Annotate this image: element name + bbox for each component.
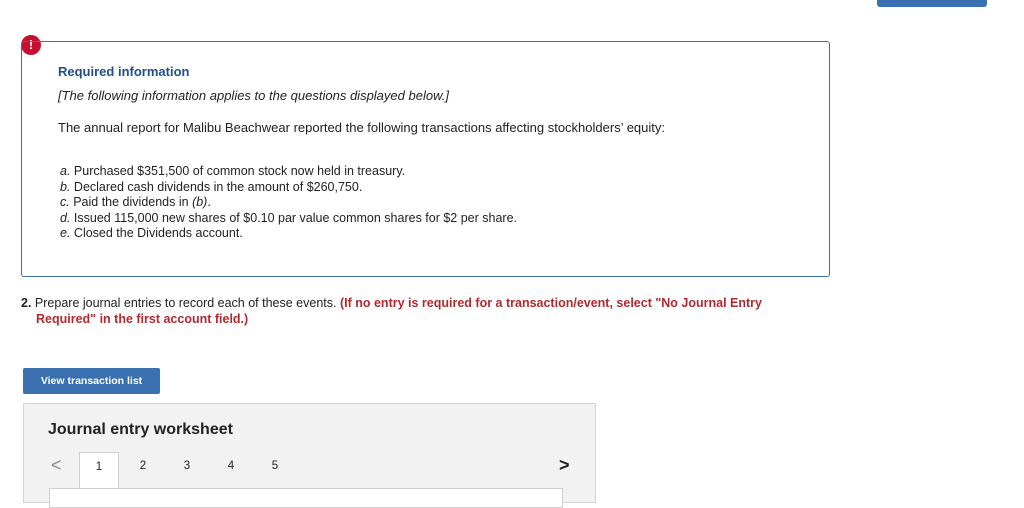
journal-entry-worksheet: Journal entry worksheet < 1 2 3 4 5 >: [23, 403, 596, 508]
transaction-letter: c.: [60, 195, 70, 209]
transaction-text: Purchased $351,500 of common stock now h…: [73, 164, 406, 178]
transaction-item: c. Paid the dividends in (b).: [60, 195, 517, 211]
transaction-text: Issued 115,000 new shares of $0.10 par v…: [73, 210, 518, 225]
info-title: Required information: [58, 64, 190, 79]
transaction-text: Declared cash dividends in the amount of…: [73, 179, 363, 194]
worksheet-title: Journal entry worksheet: [48, 421, 233, 438]
transaction-tail: .: [207, 195, 211, 209]
top-action-button[interactable]: [877, 0, 987, 7]
transaction-ref: (b): [192, 195, 208, 209]
worksheet-tab-1[interactable]: 1: [79, 452, 119, 492]
chevron-left-icon[interactable]: <: [51, 455, 62, 476]
question-prompt: 2. Prepare journal entries to record eac…: [21, 295, 821, 327]
transaction-letter: d.: [60, 210, 71, 225]
worksheet-tab-4[interactable]: 4: [211, 452, 251, 488]
transaction-letter: a.: [60, 164, 71, 178]
transaction-item: a. Purchased $351,500 of common stock no…: [60, 164, 517, 180]
worksheet-tab-5[interactable]: 5: [255, 452, 295, 488]
info-note: [The following information applies to th…: [58, 88, 449, 103]
transaction-item: d. Issued 115,000 new shares of $0.10 pa…: [60, 211, 517, 227]
question-hint-line1: (If no entry is required for a transacti…: [339, 296, 762, 310]
question-number: 2.: [21, 296, 32, 310]
worksheet-tab-3[interactable]: 3: [167, 452, 207, 488]
required-information-box: Required information [The following info…: [21, 41, 830, 277]
transaction-letter: e.: [60, 226, 71, 240]
worksheet-tab-2[interactable]: 2: [123, 452, 163, 488]
worksheet-panel: [49, 488, 563, 508]
transaction-text: Closed the Dividends account.: [73, 226, 243, 240]
transaction-text: Paid the dividends in: [73, 195, 193, 209]
transaction-item: e. Closed the Dividends account.: [60, 226, 517, 242]
chevron-right-icon[interactable]: >: [559, 455, 570, 476]
question-hint-line2: Required" in the first account field.): [36, 312, 249, 326]
transaction-item: b. Declared cash dividends in the amount…: [60, 180, 517, 196]
view-transaction-list-button[interactable]: View transaction list: [23, 368, 160, 394]
info-text: The annual report for Malibu Beachwear r…: [58, 120, 666, 135]
question-text: Prepare journal entries to record each o…: [34, 296, 337, 310]
transaction-letter: b.: [60, 179, 71, 194]
transaction-list: a. Purchased $351,500 of common stock no…: [60, 164, 517, 242]
